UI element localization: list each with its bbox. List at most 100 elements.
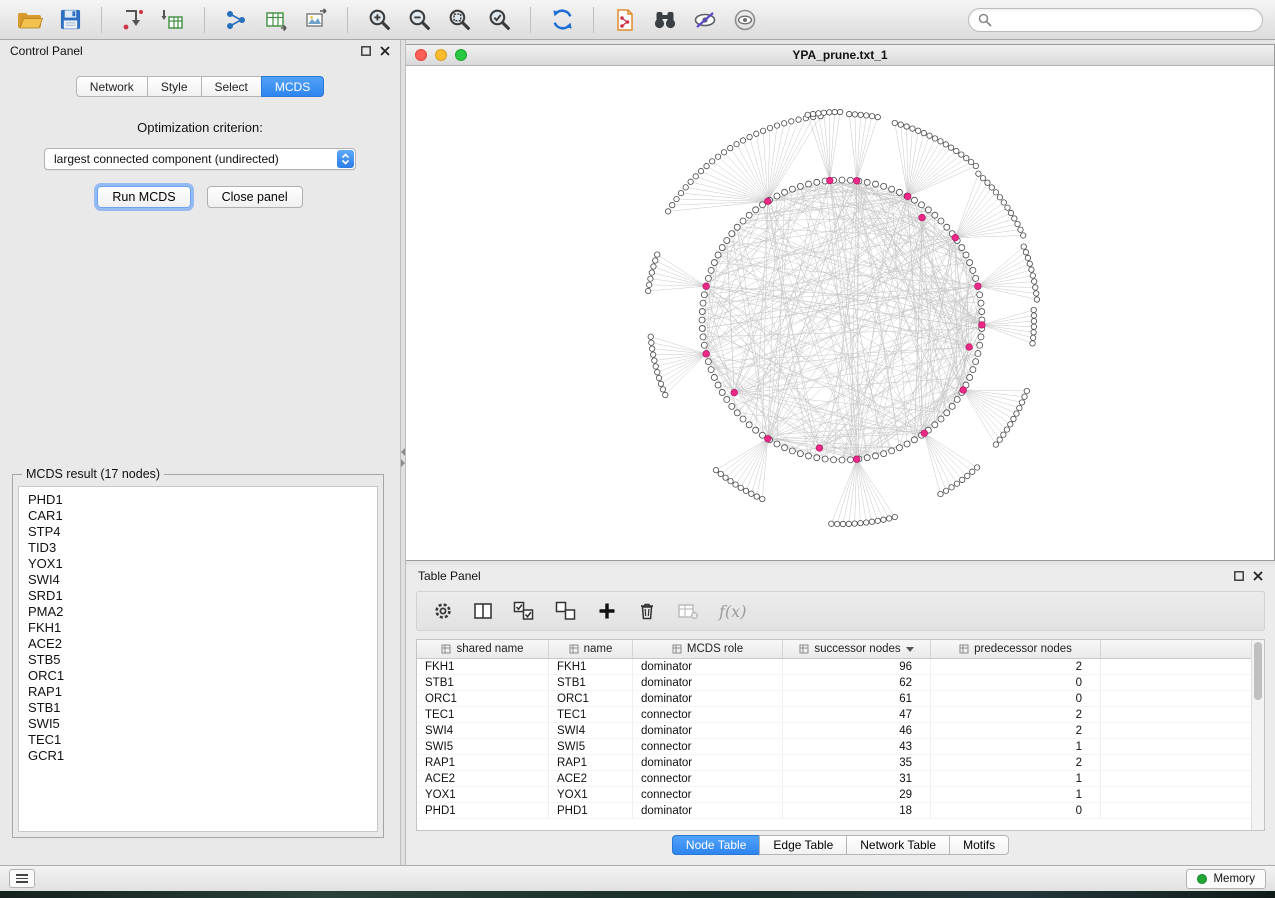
save-session-button[interactable] — [52, 5, 88, 35]
main-area: Control Panel Network Style Select MCDS … — [0, 40, 1275, 865]
network-graph[interactable] — [406, 66, 1273, 560]
open-session-button[interactable] — [12, 5, 48, 35]
select-all-rows-button[interactable] — [513, 601, 535, 621]
close-table-panel-icon[interactable] — [1253, 571, 1263, 581]
memory-button[interactable]: Memory — [1186, 869, 1266, 889]
table-cell: dominator — [633, 691, 783, 706]
mcds-buttons-row: Run MCDS Close panel — [0, 186, 400, 208]
zoom-fit-button[interactable] — [441, 5, 477, 35]
zoom-out-button[interactable] — [401, 5, 437, 35]
table-settings-button[interactable] — [433, 601, 453, 621]
import-network-button[interactable] — [115, 5, 151, 35]
table-cell: dominator — [633, 755, 783, 770]
search-network-button[interactable] — [647, 5, 683, 35]
column-header-shared-name[interactable]: shared name — [417, 640, 549, 658]
mcds-result-item[interactable]: TEC1 — [28, 732, 368, 748]
run-mcds-button[interactable]: Run MCDS — [97, 186, 190, 208]
mcds-result-list[interactable]: PHD1CAR1STP4TID3YOX1SWI4SRD1PMA2FKH1ACE2… — [18, 486, 378, 832]
hide-analyzer-button[interactable] — [687, 5, 723, 35]
table-cell: 61 — [783, 691, 931, 706]
table-row[interactable]: ORC1ORC1dominator610 — [417, 691, 1264, 707]
status-bar: Memory — [0, 865, 1275, 891]
table-panel-title: Table Panel — [418, 569, 481, 583]
mcds-result-item[interactable]: SWI5 — [28, 716, 368, 732]
table-row[interactable]: YOX1YOX1connector291 — [417, 787, 1264, 803]
table-row[interactable]: ACE2ACE2connector311 — [417, 771, 1264, 787]
tab-motifs[interactable]: Motifs — [949, 835, 1009, 855]
mcds-result-item[interactable]: YOX1 — [28, 556, 368, 572]
column-header-name[interactable]: name — [549, 640, 633, 658]
tab-node-table[interactable]: Node Table — [672, 835, 760, 855]
status-menu-button[interactable] — [9, 869, 35, 888]
mcds-result-item[interactable]: ORC1 — [28, 668, 368, 684]
mcds-result-item[interactable]: STB1 — [28, 700, 368, 716]
table-scrollbar-thumb[interactable] — [1254, 642, 1262, 700]
mcds-result-item[interactable]: PMA2 — [28, 604, 368, 620]
table-cell: STB1 — [549, 675, 633, 690]
float-table-panel-icon[interactable] — [1234, 571, 1244, 581]
mcds-result-item[interactable]: SWI4 — [28, 572, 368, 588]
search-box[interactable] — [968, 8, 1263, 32]
network-titlebar[interactable]: YPA_prune.txt_1 — [406, 45, 1274, 66]
collapse-right-icon — [401, 459, 405, 467]
minimize-window-icon[interactable] — [435, 49, 447, 61]
mcds-result-item[interactable]: PHD1 — [28, 492, 368, 508]
tab-select[interactable]: Select — [201, 76, 261, 97]
table-cell: SWI5 — [549, 739, 633, 754]
mcds-result-item[interactable]: SRD1 — [28, 588, 368, 604]
export-image-button[interactable] — [298, 5, 334, 35]
table-cell: 43 — [783, 739, 931, 754]
maximize-window-icon[interactable] — [455, 49, 467, 61]
node-table-body[interactable]: FKH1FKH1dominator962STB1STB1dominator620… — [417, 659, 1264, 830]
float-panel-icon[interactable] — [361, 46, 371, 56]
splitter-collapse-handle[interactable] — [401, 448, 405, 474]
table-row[interactable]: PHD1PHD1dominator180 — [417, 803, 1264, 819]
import-table-button[interactable] — [155, 5, 191, 35]
zoom-selected-button[interactable] — [481, 5, 517, 35]
mcds-result-item[interactable]: STP4 — [28, 524, 368, 540]
column-header-successor-nodes[interactable]: successor nodes — [783, 640, 931, 658]
table-row[interactable]: STB1STB1dominator620 — [417, 675, 1264, 691]
mcds-result-item[interactable]: GCR1 — [28, 748, 368, 764]
mcds-result-item[interactable]: TID3 — [28, 540, 368, 556]
table-row[interactable]: TEC1TEC1connector472 — [417, 707, 1264, 723]
close-panel-icon[interactable] — [380, 46, 390, 56]
tab-network[interactable]: Network — [76, 76, 147, 97]
new-table-button[interactable] — [258, 5, 294, 35]
network-window: YPA_prune.txt_1 — [406, 44, 1275, 561]
column-header-predecessor-nodes[interactable]: predecessor nodes — [931, 640, 1101, 658]
apply-layout-button[interactable] — [544, 5, 580, 35]
close-panel-button[interactable]: Close panel — [207, 186, 303, 208]
search-input[interactable] — [998, 13, 1253, 27]
table-scrollbar[interactable] — [1251, 640, 1264, 830]
mcds-result-item[interactable]: RAP1 — [28, 684, 368, 700]
delete-column-button[interactable] — [637, 601, 657, 621]
deselect-all-rows-button[interactable] — [555, 601, 577, 621]
add-column-button[interactable] — [597, 601, 617, 621]
column-type-icon — [672, 644, 682, 654]
mcds-result-item[interactable]: CAR1 — [28, 508, 368, 524]
close-window-icon[interactable] — [415, 49, 427, 61]
table-row[interactable]: SWI5SWI5connector431 — [417, 739, 1264, 755]
new-network-button[interactable] — [218, 5, 254, 35]
tab-mcds[interactable]: MCDS — [261, 76, 324, 97]
tab-style[interactable]: Style — [147, 76, 201, 97]
control-panel: Control Panel Network Style Select MCDS … — [0, 40, 400, 865]
tab-network-table[interactable]: Network Table — [846, 835, 949, 855]
table-row[interactable]: FKH1FKH1dominator962 — [417, 659, 1264, 675]
column-header-mcds-role[interactable]: MCDS role — [633, 640, 783, 658]
mcds-result-item[interactable]: FKH1 — [28, 620, 368, 636]
zoom-in-button[interactable] — [361, 5, 397, 35]
mcds-result-item[interactable]: STB5 — [28, 652, 368, 668]
network-from-selection-button[interactable] — [607, 5, 643, 35]
tab-edge-table[interactable]: Edge Table — [759, 835, 846, 855]
mcds-result-item[interactable]: ACE2 — [28, 636, 368, 652]
show-graphics-button[interactable] — [727, 5, 763, 35]
network-canvas[interactable] — [406, 66, 1274, 560]
table-cell: connector — [633, 707, 783, 722]
table-row[interactable]: SWI4SWI4dominator462 — [417, 723, 1264, 739]
table-cell: RAP1 — [417, 755, 549, 770]
show-columns-button[interactable] — [473, 601, 493, 621]
optimization-select[interactable]: largest connected component (undirected) — [44, 148, 356, 170]
table-row[interactable]: RAP1RAP1dominator352 — [417, 755, 1264, 771]
